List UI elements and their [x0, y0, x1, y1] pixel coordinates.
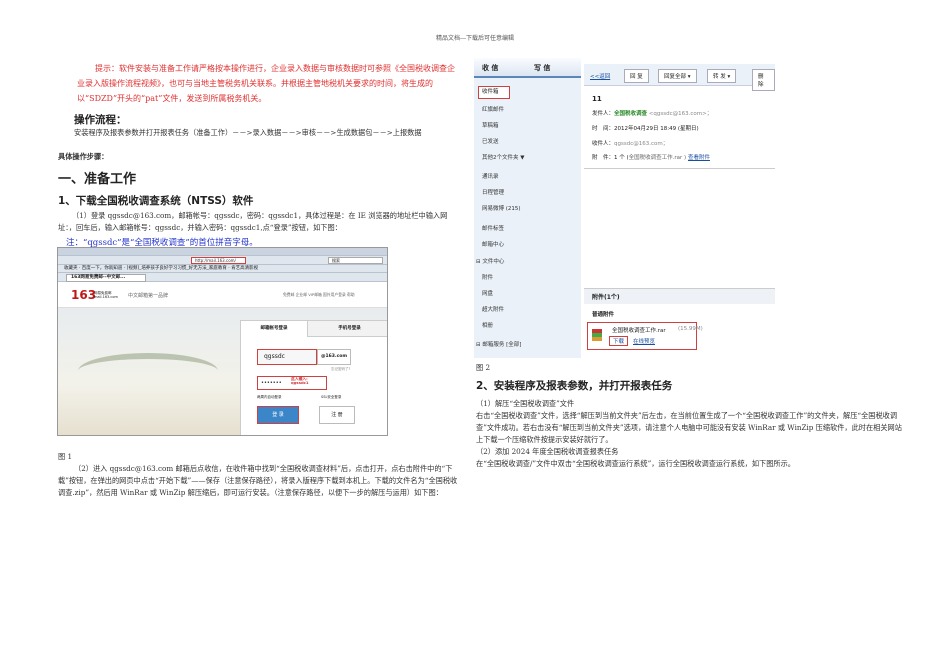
back-link[interactable]: <<返回 [590, 72, 610, 80]
message-subject: 11 [592, 95, 602, 103]
address-bar[interactable]: http://mail.163.com/ [191, 257, 246, 264]
tip-text: 提示：软件安装与准备工作请严格按本操作进行，企业录入数据与审核数据时可参照《全国… [77, 64, 455, 103]
section-title: 一、准备工作 [58, 172, 137, 187]
slogan: 中文邮箱第一品牌 [128, 293, 169, 299]
sender-name: 全国税收调查 [614, 111, 648, 117]
receive-button[interactable]: 收 信 [482, 63, 498, 73]
auto-login-checkbox[interactable]: 两周内自动登录 [257, 395, 282, 400]
s2-title: 2、安装程序及报表参数，并打开报表任务 [476, 380, 673, 392]
folder-other[interactable]: 其他2个文件夹 ▼ [482, 153, 524, 161]
attachment-label: 附 件： [592, 155, 615, 161]
attachment-header: 附件(1个) [584, 288, 775, 304]
calendar-link[interactable]: 日程管理 [482, 188, 504, 196]
view-attachment-link[interactable]: 查看附件 [688, 155, 710, 161]
search-box[interactable]: 搜索 [328, 257, 383, 264]
contacts-link[interactable]: 通讯录 [482, 172, 499, 180]
rar-file-icon [592, 329, 602, 341]
attachment-count: 1 个 ( [614, 155, 629, 161]
login-panel: 邮箱帐号登录 手机号登录 qgssdc @163.com 忘记密码了? ••••… [240, 320, 387, 435]
album-link[interactable]: 相册 [482, 321, 493, 329]
page-header: 精品文档---下载后可任意编辑 [435, 35, 515, 42]
s1-paragraph: （1）登录 qgssdc@163.com，邮箱帐号：qgssdc，密码：qgss… [58, 211, 448, 232]
s2-step-1: （1）解压“全国税收调查”文件 [476, 399, 575, 408]
attachment-name: 全国税收调查工作.rar ) [628, 155, 687, 161]
flow-text: 安装程序及报表参数并打开报表任务（准备工作）－－>录入数据－－>审核－－>生成数… [74, 128, 422, 137]
figure-2-caption: 图 2 [476, 363, 491, 372]
mail-services[interactable]: ⊟ 邮箱服务 [全部] [476, 340, 521, 348]
register-button[interactable]: 注 册 [319, 406, 355, 424]
online-preview-link[interactable]: 在线预览 [633, 337, 655, 345]
s1-title: 1、下载全国税收调查系统（NTSS）软件 [58, 195, 254, 207]
attachment-item: 全国税收调查工作.rar (15.99M) 下载 在线预览 [587, 322, 703, 350]
favorites-bar: 收藏夹 · 百度一下，你就知道 · [视频]_培养孩子良好学习习惯_好无方法_家… [58, 265, 387, 273]
tab-account-login[interactable]: 邮箱帐号登录 [241, 321, 307, 337]
mail-tags[interactable]: 邮件标签 [482, 224, 504, 232]
large-attachments-link[interactable]: 超大附件 [482, 305, 504, 313]
time-label: 时 间： [592, 126, 615, 132]
bridge-illustration [78, 353, 218, 413]
figure-1-caption: 图 1 [58, 452, 73, 461]
browser-tab[interactable]: 163网易免费邮--中文邮... [66, 274, 146, 282]
attachment-size: (15.99M) [678, 326, 703, 332]
folder-drafts[interactable]: 草稿箱 [482, 121, 499, 129]
username-input[interactable]: qgssdc [257, 349, 317, 365]
forgot-password-link[interactable]: 忘记密码了? [331, 367, 350, 372]
logo-163: 163 [71, 288, 97, 302]
netdisk-link[interactable]: 网盘 [482, 289, 493, 297]
s2-paragraph-1: 右击“全国税收调查”文件，选择“解压到当前文件夹”后左击，在当前位置生成了一个“… [476, 411, 902, 444]
s2-paragraph-2: 在“全国税收调查/”文件中双击“全国税收调查运行系统”，运行全国税收调查运行系统… [476, 459, 795, 468]
sent-time: 2012年04月29日 18:49 (星期日) [614, 126, 699, 132]
logo-sub: 网易免费邮 mail.163.com [94, 291, 118, 299]
weibo-link[interactable]: 网易微博 (215) [482, 204, 521, 212]
figure-1-browser: http://mail.163.com/ 搜索 收藏夹 · 百度一下，你就知道 … [57, 247, 388, 436]
flow-title: 操作流程： [74, 114, 127, 126]
delete-button[interactable]: 删 除 [752, 69, 775, 91]
attachment-filename: 全国税收调查工作.rar [612, 328, 666, 334]
s1-paragraph-2: （2）进入 qgssdc@163.com 邮箱后点收信，在收件箱中找到“全国税收… [58, 464, 458, 497]
download-link[interactable]: 下载 [609, 336, 629, 346]
figure-2-mailbox: 收 信 写 信 收件箱 红旗邮件 草稿箱 已发送 其他2个文件夹 ▼ 通讯录 日… [474, 58, 775, 358]
reply-all-button[interactable]: 回复全部 ▾ [658, 69, 697, 83]
write-button[interactable]: 写 信 [534, 63, 550, 73]
recipient: qgssdc@163.com； [614, 141, 669, 147]
tab-mobile-login[interactable]: 手机号登录 [307, 321, 387, 337]
top-links[interactable]: 免费邮 企业邮 VIP邮箱 国外用户登录 帮助 [283, 292, 355, 298]
folder-flagged[interactable]: 红旗邮件 [482, 105, 504, 113]
from-label: 发件人： [592, 111, 615, 117]
to-label: 收件人： [592, 141, 615, 147]
steps-title: 具体操作步骤： [58, 152, 109, 161]
reply-button[interactable]: 回 复 [624, 69, 649, 83]
forward-button[interactable]: 转 发 ▾ [707, 69, 737, 83]
s2-step-2: （2）添加 2024 年度全国税收调查报表任务 [476, 447, 619, 456]
normal-attachment-label: 普通附件 [592, 312, 615, 318]
inbox-folder[interactable]: 收件箱 [478, 86, 510, 99]
sender-address: <qgssdc@163.com>； [648, 111, 713, 117]
ssl-checkbox[interactable]: SSL安全登录 [321, 395, 341, 400]
mail-center[interactable]: 邮箱中心 [482, 240, 504, 248]
file-center[interactable]: ⊟ 文件中心 [476, 257, 504, 265]
password-hint: 此入输入: qgssdc1 [291, 376, 309, 385]
domain-label: @163.com [317, 349, 351, 365]
login-button[interactable]: 登 录 [257, 406, 299, 424]
folder-sent[interactable]: 已发送 [482, 137, 499, 145]
attachments-link[interactable]: 附件 [482, 273, 493, 281]
